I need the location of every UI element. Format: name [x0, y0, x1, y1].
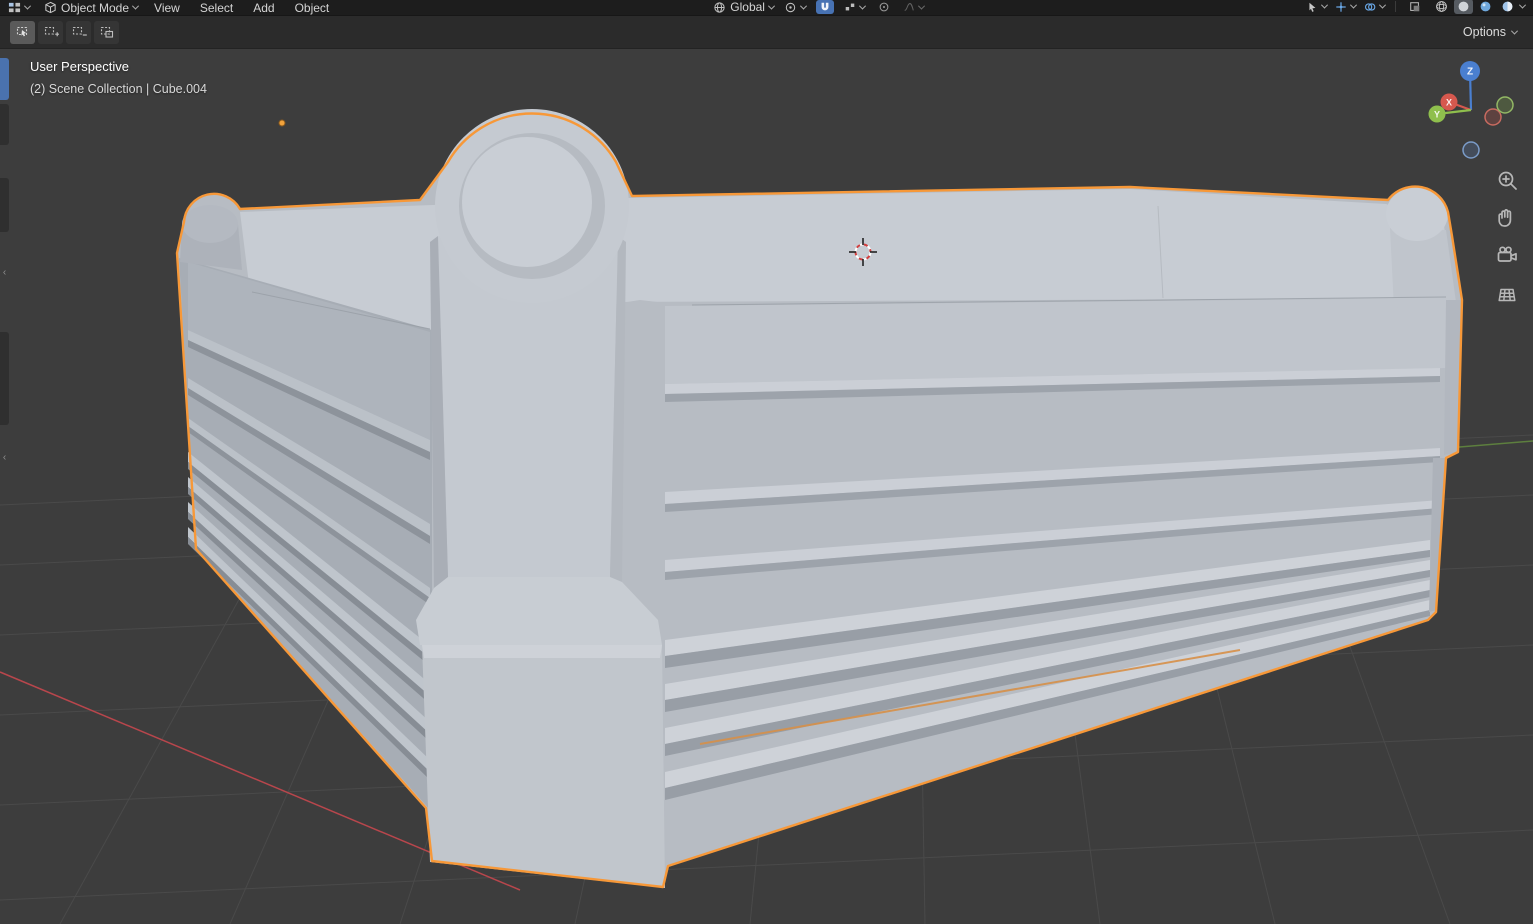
mode-dropdown[interactable]: Object Mode: [44, 1, 138, 14]
editor-type-icon: [8, 1, 21, 14]
chevron-down-icon: [24, 3, 31, 10]
tool-settings-bar: Options: [0, 15, 1533, 49]
shading-mode-group: [1432, 0, 1525, 14]
menu-select[interactable]: Select: [198, 2, 235, 14]
pivot-point-icon: [784, 1, 797, 14]
pan-button[interactable]: [1492, 203, 1522, 233]
options-dropdown[interactable]: Options: [1457, 22, 1523, 42]
viewport-nav-tools: [1492, 165, 1522, 309]
wireframe-sphere-icon: [1435, 0, 1448, 13]
proportional-editing-toggle[interactable]: [875, 0, 893, 14]
rendered-sphere-icon: [1501, 0, 1514, 13]
magnet-icon: [819, 1, 831, 13]
active-tool-indicator[interactable]: [0, 58, 9, 100]
selectability-cursor-icon: [1306, 1, 1318, 13]
select-mode-group: [10, 21, 119, 44]
gizmo-x-neg-axis[interactable]: [1485, 109, 1501, 125]
gizmo-toggle-icon: [1335, 1, 1347, 13]
viewport-3d[interactable]: User Perspective (2) Scene Collection | …: [0, 49, 1533, 924]
select-mode-extend-button[interactable]: [38, 21, 63, 44]
collapsed-toolbar-strip: ‹ ‹: [0, 49, 9, 924]
menu-add[interactable]: Add: [251, 2, 276, 14]
model-left-post: [180, 205, 242, 270]
expand-arrow-icon[interactable]: ‹: [0, 268, 9, 278]
menu-object[interactable]: Object: [293, 2, 332, 14]
chevron-down-icon: [1511, 27, 1518, 34]
scene-canvas[interactable]: [0, 49, 1533, 924]
tool-group-1[interactable]: [0, 104, 9, 145]
camera-icon: [1494, 243, 1520, 269]
chevron-down-icon: [1519, 2, 1526, 9]
perspective-toggle-button[interactable]: [1492, 279, 1522, 309]
view-gizmo[interactable]: Z X Y: [1421, 59, 1521, 159]
proportional-falloff-dropdown[interactable]: [903, 1, 924, 13]
object-origin-point: [279, 120, 285, 126]
object-mode-cube-icon: [44, 1, 57, 14]
chevron-down-icon: [768, 2, 775, 9]
chevron-down-icon: [800, 2, 807, 9]
zoom-icon: [1494, 167, 1520, 193]
chevron-down-icon: [132, 3, 139, 10]
select-mode-subtract-button[interactable]: [66, 21, 91, 44]
falloff-curve-icon: [903, 1, 915, 13]
mode-label: Object Mode: [61, 2, 129, 14]
gizmo-z-neg-axis[interactable]: [1463, 142, 1479, 158]
snap-settings-dropdown[interactable]: [844, 1, 865, 13]
pivot-point-dropdown[interactable]: [784, 1, 806, 14]
orientation-label: Global: [730, 1, 765, 13]
transform-orientation-dropdown[interactable]: Global: [713, 1, 774, 14]
orientation-globe-icon: [713, 1, 726, 14]
topbar: Object Mode View Select Add Object Globa…: [0, 0, 1533, 15]
chevron-down-icon: [859, 2, 866, 9]
hand-icon: [1494, 205, 1520, 231]
select-mode-new-button[interactable]: [10, 21, 35, 44]
tool-group-3[interactable]: [0, 332, 9, 425]
select-mode-intersect-button[interactable]: [94, 21, 119, 44]
xray-toggle[interactable]: [1406, 0, 1424, 14]
menu-bar: View Select Add Object: [152, 2, 331, 14]
chevron-down-icon: [1321, 2, 1328, 9]
proportional-circle-icon: [878, 1, 890, 13]
gizmo-x-label: X: [1446, 97, 1452, 107]
gizmo-y-label: Y: [1434, 109, 1440, 119]
model-cylinder-disc: [462, 137, 592, 267]
snap-toggle[interactable]: [816, 0, 834, 14]
show-overlays-dropdown[interactable]: [1364, 1, 1385, 13]
shading-material-button[interactable]: [1476, 0, 1495, 14]
chevron-down-icon: [1379, 2, 1386, 9]
orthographic-grid-icon: [1494, 281, 1520, 307]
camera-view-button[interactable]: [1492, 241, 1522, 271]
menu-view[interactable]: View: [152, 2, 182, 14]
expand-arrow-icon[interactable]: ‹: [0, 453, 9, 463]
editor-type-dropdown[interactable]: [8, 1, 30, 14]
options-label: Options: [1463, 25, 1506, 39]
gizmo-z-label: Z: [1467, 67, 1473, 78]
tool-group-2[interactable]: [0, 178, 9, 232]
separator: [1395, 1, 1396, 12]
show-gizmo-dropdown[interactable]: [1335, 1, 1356, 13]
xray-icon: [1409, 1, 1421, 13]
model-cube-004[interactable]: [177, 109, 1462, 888]
shading-rendered-button[interactable]: [1498, 0, 1517, 14]
material-sphere-icon: [1479, 0, 1492, 13]
zoom-button[interactable]: [1492, 165, 1522, 195]
chevron-down-icon: [1350, 2, 1357, 9]
object-visibility-dropdown[interactable]: [1306, 1, 1327, 13]
overlays-icon: [1364, 1, 1376, 13]
shading-wireframe-button[interactable]: [1432, 0, 1451, 14]
solid-sphere-icon: [1457, 0, 1470, 13]
snap-target-icon: [844, 1, 856, 13]
shading-solid-button[interactable]: [1454, 0, 1473, 14]
gizmo-y-neg-axis[interactable]: [1497, 97, 1513, 113]
chevron-down-icon: [918, 2, 925, 9]
